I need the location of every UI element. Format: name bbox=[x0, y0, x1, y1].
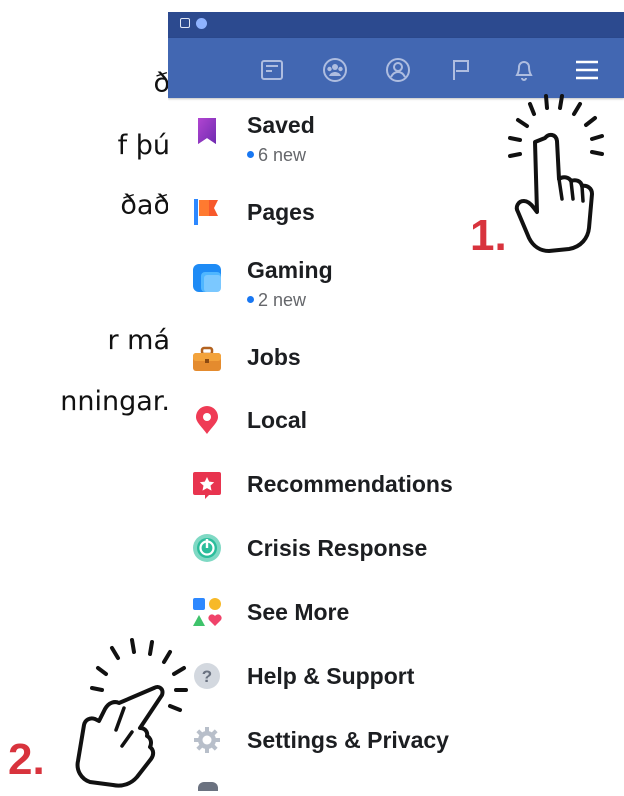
briefcase-icon bbox=[192, 344, 222, 374]
gaming-icon bbox=[192, 263, 222, 293]
menu-item-label: Pages bbox=[247, 199, 315, 225]
new-count-badge: 6 new bbox=[247, 145, 306, 166]
bookmark-icon bbox=[192, 116, 222, 146]
star-badge-icon bbox=[192, 470, 222, 500]
menu-item-label: Crisis Response bbox=[247, 535, 428, 561]
menu-item-jobs[interactable]: Jobs bbox=[168, 342, 624, 382]
notification-status-icon bbox=[180, 18, 190, 28]
menu-item-label: Jobs bbox=[247, 344, 301, 370]
menu-item-label: Saved bbox=[247, 112, 315, 138]
instruction-line: ðað bbox=[120, 190, 170, 221]
gear-icon bbox=[192, 725, 222, 755]
menu-item-label: Recommendations bbox=[247, 471, 453, 497]
location-pin-icon bbox=[192, 405, 222, 435]
profile-icon[interactable] bbox=[384, 56, 412, 84]
menu-item-gaming[interactable]: Gaming 2 new bbox=[168, 257, 624, 317]
menu-item-local[interactable]: Local bbox=[168, 405, 624, 445]
bell-icon[interactable] bbox=[510, 56, 538, 84]
tap-hand-step1-icon bbox=[500, 92, 612, 262]
menu-item-cropped bbox=[168, 782, 624, 791]
question-icon: ? bbox=[192, 661, 222, 691]
tap-hand-step2-icon bbox=[62, 636, 192, 791]
top-navigation-bar bbox=[168, 38, 624, 98]
partial-icon bbox=[198, 782, 218, 791]
shapes-icon bbox=[192, 597, 222, 627]
hamburger-menu-icon[interactable] bbox=[573, 56, 601, 84]
groups-icon[interactable] bbox=[321, 56, 349, 84]
menu-item-label: Gaming bbox=[247, 257, 333, 283]
messenger-status-icon bbox=[196, 18, 207, 29]
menu-item-help-support[interactable]: ? Help & Support bbox=[168, 661, 624, 701]
instruction-line: f þú bbox=[117, 130, 170, 161]
instruction-line: nningar. bbox=[60, 386, 170, 417]
menu-item-crisis-response[interactable]: Crisis Response bbox=[168, 533, 624, 573]
menu-item-label: Help & Support bbox=[247, 663, 415, 689]
menu-item-recommendations[interactable]: Recommendations bbox=[168, 469, 624, 509]
instruction-line: r má bbox=[107, 325, 170, 356]
menu-item-label: Settings & Privacy bbox=[247, 727, 449, 753]
menu-item-label: See More bbox=[247, 599, 350, 625]
flag-icon bbox=[192, 197, 222, 227]
news-feed-icon[interactable] bbox=[258, 56, 286, 84]
crisis-icon bbox=[192, 533, 222, 563]
step-2-number: 2. bbox=[8, 735, 45, 784]
status-bar bbox=[168, 12, 624, 38]
step-1-number: 1. bbox=[470, 211, 507, 260]
new-count-badge: 2 new bbox=[247, 290, 306, 311]
pages-flag-icon[interactable] bbox=[447, 56, 475, 84]
svg-text:?: ? bbox=[202, 667, 212, 686]
menu-item-see-more[interactable]: See More bbox=[168, 597, 624, 637]
menu-item-label: Local bbox=[247, 407, 308, 433]
menu-item-settings-privacy[interactable]: Settings & Privacy bbox=[168, 725, 624, 765]
